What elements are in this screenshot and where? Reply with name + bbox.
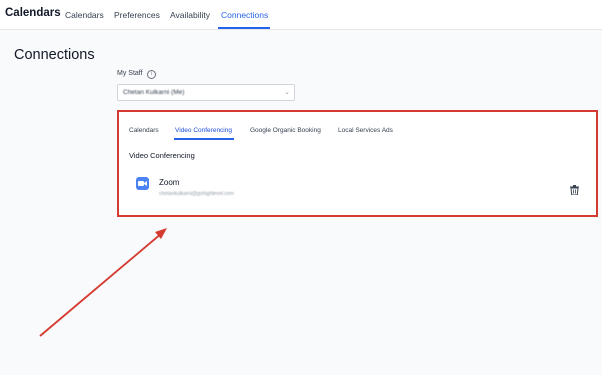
annotation-arrow <box>39 228 167 337</box>
